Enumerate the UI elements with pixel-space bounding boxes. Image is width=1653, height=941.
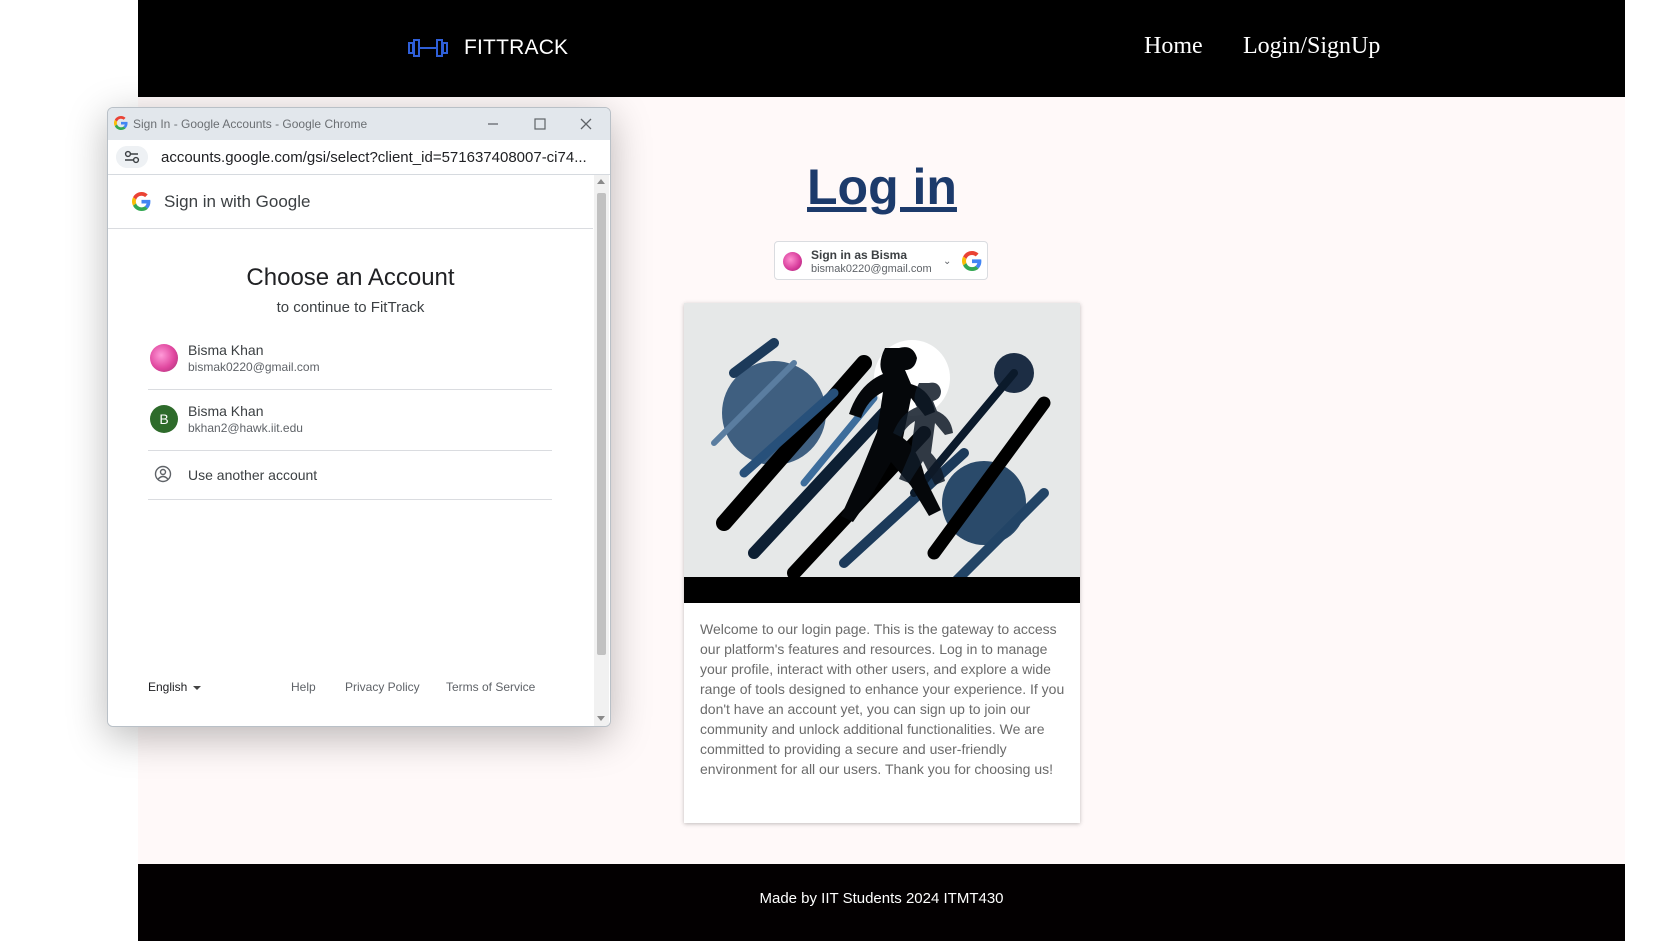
window-titlebar[interactable]: Sign In - Google Accounts - Google Chrom… [108, 108, 610, 140]
nav-login-signup-link[interactable]: Login/SignUp [1243, 33, 1380, 60]
popup-footer: English Help Privacy Policy Terms of Ser… [148, 680, 552, 700]
welcome-text: Welcome to our login page. This is the g… [700, 621, 1065, 777]
google-one-tap-button[interactable]: Sign in as Bisma bismak0220@gmail.com ⌄ [774, 241, 988, 280]
footer: Made by IIT Students 2024 ITMT430 [138, 864, 1625, 941]
google-signin-popup-window: Sign In - Google Accounts - Google Chrom… [107, 107, 611, 727]
brand-name: FITTRACK [464, 36, 569, 59]
scroll-down-arrow-icon[interactable] [597, 716, 605, 721]
url-text[interactable]: accounts.google.com/gsi/select?client_id… [161, 149, 587, 166]
google-button-email: bismak0220@gmail.com [811, 263, 932, 275]
footer-text: Made by IIT Students 2024 ITMT430 [759, 890, 1004, 907]
google-button-name: Sign in as Bisma [811, 248, 908, 262]
privacy-policy-link[interactable]: Privacy Policy [345, 680, 420, 694]
scroll-up-arrow-icon[interactable] [597, 179, 605, 184]
avatar: B [150, 405, 178, 433]
choose-account-heading: Choose an Account [246, 264, 455, 291]
page-title: Log in [678, 158, 1086, 216]
google-logo-icon [132, 192, 151, 211]
address-bar[interactable]: accounts.google.com/gsi/select?client_id… [108, 140, 610, 175]
dumbbell-icon [408, 39, 448, 57]
language-label: English [148, 680, 188, 694]
account-item-bismak0220[interactable]: Bisma Khan bismak0220@gmail.com [148, 329, 552, 390]
scrollbar-thumb[interactable] [597, 193, 606, 655]
brand[interactable]: FITTRACK [408, 34, 568, 62]
login-card: Welcome to our login page. This is the g… [684, 303, 1080, 823]
scrollbar[interactable] [594, 175, 609, 726]
help-link[interactable]: Help [291, 680, 316, 694]
google-favicon-icon [114, 116, 128, 130]
terms-of-service-link[interactable]: Terms of Service [446, 680, 535, 694]
account-circle-icon [154, 465, 172, 483]
popup-content: Sign in with Google Choose an Account to… [108, 175, 593, 726]
continue-to-subtitle: to continue to FitTrack [276, 299, 425, 316]
nav-home-link[interactable]: Home [1144, 33, 1203, 60]
account-item-bkhan2[interactable]: B Bisma Khan bkhan2@hawk.iit.edu [148, 390, 552, 451]
account-email: bkhan2@hawk.iit.edu [188, 421, 303, 435]
minimize-icon[interactable] [478, 112, 508, 136]
google-logo-icon [962, 251, 982, 271]
account-name: Bisma Khan [188, 342, 264, 358]
use-another-account-label: Use another account [188, 467, 318, 483]
account-email: bismak0220@gmail.com [188, 360, 320, 374]
caret-down-icon [193, 685, 202, 690]
sign-in-with-google-label: Sign in with Google [164, 192, 311, 211]
avatar [783, 252, 802, 271]
window-title: Sign In - Google Accounts - Google Chrom… [133, 117, 368, 131]
chevron-down-icon: ⌄ [943, 256, 952, 267]
runners-illustration [684, 303, 1080, 603]
avatar [150, 344, 178, 372]
use-another-account-item[interactable]: Use another account [148, 451, 552, 500]
language-selector[interactable]: English [148, 680, 202, 694]
close-icon[interactable] [571, 112, 601, 136]
account-name: Bisma Khan [188, 403, 264, 419]
login-title-link[interactable]: Log in [807, 159, 957, 215]
sign-in-with-google-header: Sign in with Google [108, 175, 593, 229]
site-settings-icon[interactable] [116, 146, 148, 168]
maximize-icon[interactable] [525, 112, 555, 136]
top-navbar: FITTRACK Home Login/SignUp [138, 0, 1625, 97]
